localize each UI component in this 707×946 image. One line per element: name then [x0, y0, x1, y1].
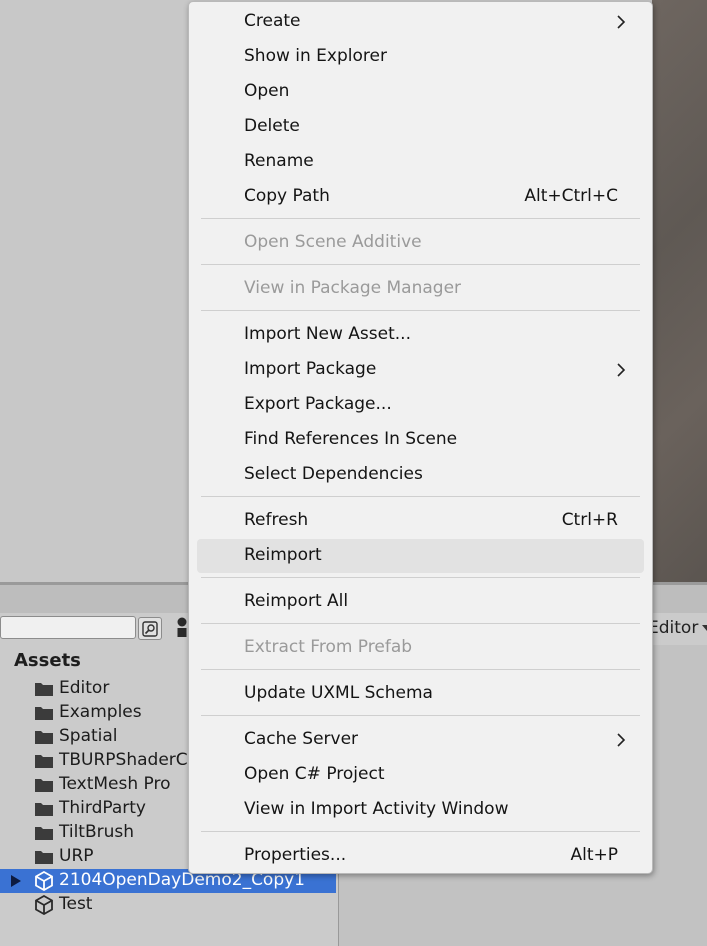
menu-item-cache-server[interactable]: Cache Server: [197, 723, 644, 757]
menu-item-label: Refresh: [244, 510, 309, 530]
menu-item-label: Reimport: [244, 545, 322, 565]
menu-item-label: Properties...: [244, 845, 347, 865]
folder-icon: [35, 803, 53, 816]
menu-item-shortcut: Ctrl+R: [561, 510, 618, 530]
menu-item-label: Show in Explorer: [244, 46, 387, 66]
folder-label: ThirdParty: [59, 798, 146, 818]
menu-item-view-in-package-manager: View in Package Manager: [197, 272, 644, 306]
menu-item-create[interactable]: Create: [197, 5, 644, 39]
folder-icon: [35, 683, 53, 696]
folder-label: Editor: [59, 678, 110, 698]
menu-item-find-references-in-scene[interactable]: Find References In Scene: [197, 423, 644, 457]
menu-item-rename[interactable]: Rename: [197, 145, 644, 179]
chevron-right-icon: [617, 733, 626, 747]
menu-item-shortcut: Alt+P: [570, 845, 618, 865]
folder-icon: [35, 731, 53, 744]
menu-item-extract-from-prefab: Extract From Prefab: [197, 631, 644, 665]
menu-item-label: Select Dependencies: [244, 464, 423, 484]
menu-item-properties[interactable]: Properties... Alt+P: [197, 839, 644, 873]
menu-item-open[interactable]: Open: [197, 75, 644, 109]
menu-separator: [201, 715, 640, 716]
search-filter-icon: [142, 620, 158, 637]
unity-scene-icon: [35, 895, 53, 915]
menu-separator: [201, 310, 640, 311]
search-input[interactable]: [0, 616, 136, 639]
menu-item-label: Create: [244, 11, 301, 31]
menu-item-label: Copy Path: [244, 186, 330, 206]
menu-item-label: View in Import Activity Window: [244, 799, 509, 819]
menu-item-refresh[interactable]: Refresh Ctrl+R: [197, 504, 644, 538]
folder-label: TiltBrush: [59, 822, 135, 842]
scene-label: Test: [59, 894, 93, 914]
folder-icon: [35, 707, 53, 720]
folder-label: Examples: [59, 702, 142, 722]
menu-item-label: Open Scene Additive: [244, 232, 422, 252]
menu-item-import-new-asset[interactable]: Import New Asset...: [197, 318, 644, 352]
menu-item-label: Delete: [244, 116, 300, 136]
menu-item-open-csharp-project[interactable]: Open C# Project: [197, 758, 644, 792]
menu-item-view-in-import-activity-window[interactable]: View in Import Activity Window: [197, 793, 644, 827]
menu-item-label: Export Package...: [244, 394, 392, 414]
menu-separator: [201, 669, 640, 670]
menu-item-label: Cache Server: [244, 729, 359, 749]
menu-item-label: Rename: [244, 151, 314, 171]
menu-item-label: Import Package: [244, 359, 377, 379]
menu-item-reimport-all[interactable]: Reimport All: [197, 585, 644, 619]
menu-item-export-package[interactable]: Export Package...: [197, 388, 644, 422]
menu-item-shortcut: Alt+Ctrl+C: [524, 186, 618, 206]
menu-separator: [201, 623, 640, 624]
scene-view-viewport[interactable]: [652, 0, 707, 582]
folder-label: TextMesh Pro: [59, 774, 171, 794]
folder-icon: [35, 779, 53, 792]
layout-dropdown-label: Editor: [648, 618, 699, 638]
unity-scene-icon: [35, 871, 53, 891]
filter-by-type-icon[interactable]: [175, 617, 189, 639]
menu-item-label: Update UXML Schema: [244, 683, 433, 703]
menu-item-open-scene-additive: Open Scene Additive: [197, 226, 644, 260]
expand-arrow-icon[interactable]: [10, 874, 22, 888]
search-by-type-button[interactable]: [138, 617, 162, 640]
folder-label: URP: [59, 846, 94, 866]
chevron-right-icon: [617, 363, 626, 377]
context-menu: Create Show in Explorer Open Delete Rena…: [188, 1, 653, 874]
menu-separator: [201, 264, 640, 265]
folder-label: Spatial: [59, 726, 118, 746]
menu-item-reimport[interactable]: Reimport: [197, 539, 644, 573]
menu-item-copy-path[interactable]: Copy Path Alt+Ctrl+C: [197, 180, 644, 214]
menu-separator: [201, 831, 640, 832]
folder-icon: [35, 851, 53, 864]
menu-item-select-dependencies[interactable]: Select Dependencies: [197, 458, 644, 492]
menu-item-label: Import New Asset...: [244, 324, 411, 344]
folder-icon: [35, 755, 53, 768]
menu-item-update-uxml-schema[interactable]: Update UXML Schema: [197, 677, 644, 711]
menu-item-label: Open: [244, 81, 290, 101]
menu-separator: [201, 577, 640, 578]
assets-header[interactable]: Assets: [14, 650, 81, 671]
menu-item-label: Extract From Prefab: [244, 637, 413, 657]
folder-icon: [35, 827, 53, 840]
menu-item-label: Find References In Scene: [244, 429, 458, 449]
menu-separator: [201, 218, 640, 219]
menu-separator: [201, 496, 640, 497]
menu-item-delete[interactable]: Delete: [197, 110, 644, 144]
dropdown-arrow-icon: [702, 625, 707, 631]
chevron-right-icon: [617, 15, 626, 29]
menu-item-import-package[interactable]: Import Package: [197, 353, 644, 387]
menu-item-label: Open C# Project: [244, 764, 385, 784]
menu-item-label: View in Package Manager: [244, 278, 462, 298]
folder-label: TBURPShaderC: [59, 750, 188, 770]
layout-dropdown[interactable]: Editor: [648, 618, 707, 638]
scene-item[interactable]: Test: [0, 893, 338, 917]
menu-item-label: Reimport All: [244, 591, 349, 611]
menu-item-show-in-explorer[interactable]: Show in Explorer: [197, 40, 644, 74]
